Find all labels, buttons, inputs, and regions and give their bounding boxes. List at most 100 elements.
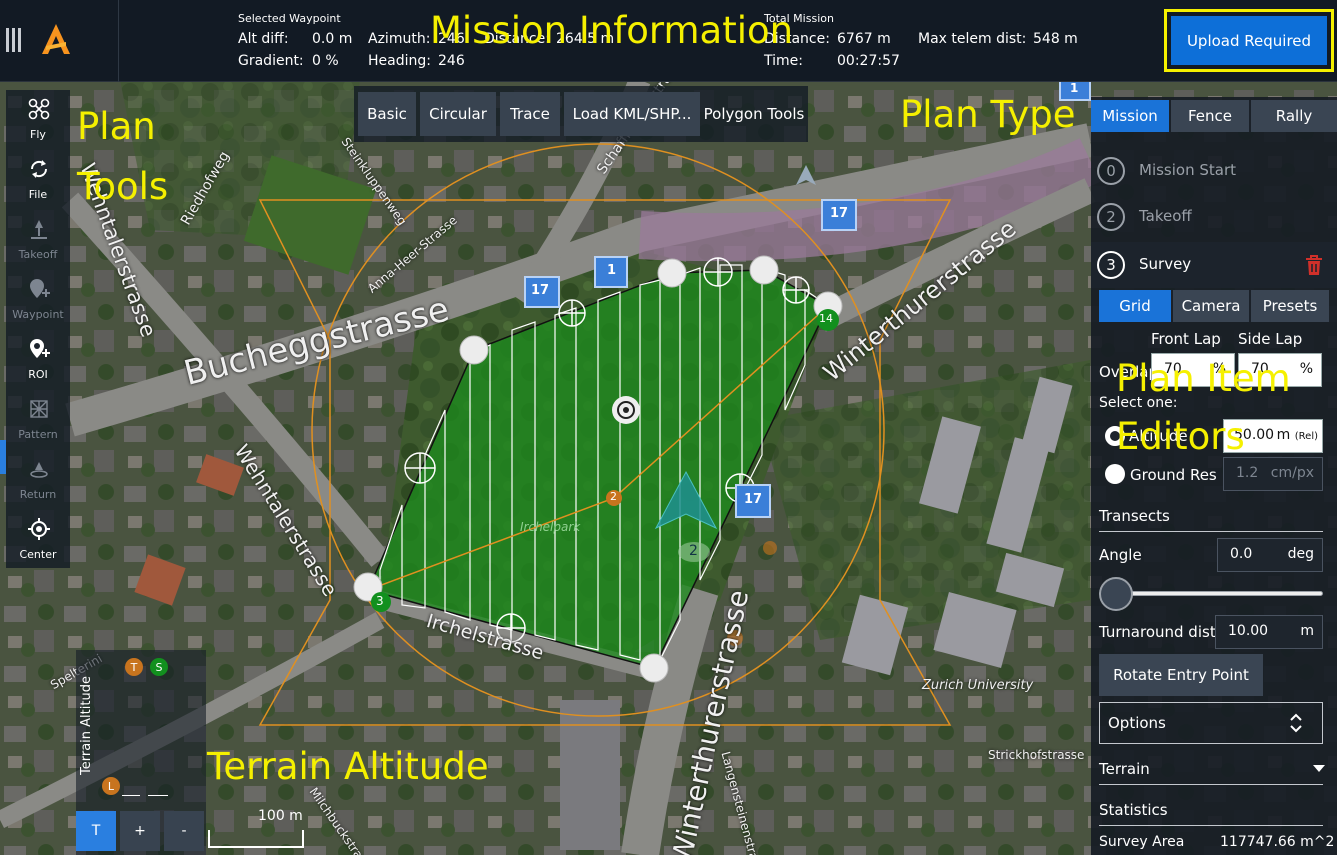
dropdown-triangle-icon[interactable] bbox=[1313, 763, 1325, 773]
menu-icon[interactable] bbox=[6, 28, 22, 54]
plan-type-tabs: Mission Fence Rally bbox=[1091, 100, 1337, 132]
angle-field[interactable]: 0.0 deg bbox=[1217, 538, 1323, 572]
tab-grid[interactable]: Grid bbox=[1099, 290, 1173, 322]
rotate-entry-button[interactable]: Rotate Entry Point bbox=[1099, 654, 1263, 696]
waypoint-start-label[interactable]: 3 bbox=[376, 594, 384, 608]
return-icon bbox=[30, 462, 48, 478]
waypoint-icon bbox=[30, 279, 50, 298]
app-logo[interactable] bbox=[40, 22, 72, 56]
mission-item-label: Mission Start bbox=[1139, 161, 1237, 179]
total-time-label: Time: bbox=[764, 53, 803, 69]
waypoint-end-label[interactable]: 14 bbox=[819, 312, 833, 325]
turnaround-value: 10.00 bbox=[1228, 623, 1269, 639]
total-distance-value: 6767 m bbox=[837, 31, 891, 47]
mission-item-start[interactable]: 0 Mission Start bbox=[1091, 148, 1337, 194]
transects-label: Transects bbox=[1099, 507, 1170, 525]
slider-thumb[interactable] bbox=[1099, 577, 1133, 611]
trace-button[interactable]: Trace bbox=[500, 92, 560, 136]
max-telem-value: 548 m bbox=[1033, 31, 1078, 47]
side-lap-unit: % bbox=[1299, 361, 1313, 377]
altitude-unit: m (Rel) bbox=[1277, 427, 1318, 443]
survey-tabs: Grid Camera Presets bbox=[1099, 290, 1329, 322]
marker-badge[interactable]: 17 bbox=[830, 206, 848, 221]
polygon-tools-button[interactable]: Polygon Tools bbox=[702, 92, 806, 136]
basic-button[interactable]: Basic bbox=[358, 92, 416, 136]
terrain-marker-t: T bbox=[125, 658, 143, 676]
map-label-strickhofstrasse: Strickhofstrasse bbox=[988, 748, 1085, 762]
turnaround-label: Turnaround dist bbox=[1099, 623, 1216, 641]
tool-return[interactable]: Return bbox=[6, 450, 70, 508]
selected-waypoint-heading: Selected Waypoint bbox=[238, 12, 341, 25]
side-lap-label: Side Lap bbox=[1238, 330, 1303, 348]
tool-file[interactable]: File bbox=[6, 150, 70, 208]
tab-fence[interactable]: Fence bbox=[1171, 100, 1251, 132]
transects-divider bbox=[1099, 531, 1323, 532]
ground-res-radio[interactable] bbox=[1105, 464, 1125, 484]
drone-icon bbox=[28, 98, 50, 120]
pattern-toolbar: Basic Circular Trace Load KML/SHP... Pol… bbox=[354, 86, 808, 142]
tab-mission[interactable]: Mission bbox=[1091, 100, 1171, 132]
camera-marker-label: 2 bbox=[689, 543, 698, 559]
turnaround-unit: m bbox=[1300, 623, 1314, 639]
mission-item-label: Takeoff bbox=[1139, 207, 1192, 225]
annotation-plan-item-editors: Editors bbox=[1116, 415, 1245, 458]
tool-fly[interactable]: Fly bbox=[6, 90, 70, 148]
marker-badge[interactable]: 17 bbox=[744, 492, 762, 507]
tool-label: Return bbox=[19, 488, 57, 501]
terrain-divider bbox=[1099, 784, 1323, 785]
tool-label: Takeoff bbox=[18, 248, 58, 261]
tool-pattern[interactable]: Pattern bbox=[6, 390, 70, 448]
ground-res-field[interactable]: 1.2 cm/px bbox=[1223, 457, 1323, 491]
angle-unit: deg bbox=[1287, 546, 1314, 562]
angle-slider[interactable] bbox=[1099, 577, 1323, 611]
mission-item-survey[interactable]: 3 Survey bbox=[1091, 242, 1337, 288]
tool-center[interactable]: Center bbox=[6, 510, 70, 568]
tool-label: Fly bbox=[30, 128, 46, 141]
ground-res-unit: cm/px bbox=[1270, 465, 1314, 481]
topbar-separator bbox=[118, 0, 119, 82]
annotation-plan-type: Plan Type bbox=[900, 93, 1076, 136]
circular-button[interactable]: Circular bbox=[420, 92, 496, 136]
tab-camera[interactable]: Camera bbox=[1173, 290, 1251, 322]
tool-takeoff[interactable]: Takeoff bbox=[6, 210, 70, 268]
toolbar-scroll-handle[interactable] bbox=[0, 440, 6, 474]
terrain-section-label[interactable]: Terrain bbox=[1099, 760, 1150, 778]
map-label-zurich-university: Zurich University bbox=[922, 678, 1034, 693]
takeoff-icon bbox=[31, 220, 47, 239]
ground-res-label: Ground Res bbox=[1130, 466, 1217, 484]
gradient-label: Gradient: bbox=[238, 53, 304, 69]
marker-badge[interactable]: 17 bbox=[531, 283, 549, 298]
zoom-in-button[interactable]: + bbox=[120, 811, 160, 851]
turnaround-field[interactable]: 10.00 m bbox=[1215, 615, 1323, 649]
angle-value: 0.0 bbox=[1230, 546, 1253, 562]
options-dropdown[interactable]: Options bbox=[1099, 702, 1323, 744]
alt-diff-label: Alt diff: bbox=[238, 31, 289, 47]
plan-toolbar: Fly File Takeoff Waypoint ROI Pattern Re… bbox=[6, 90, 70, 568]
tool-roi[interactable]: ROI bbox=[6, 330, 70, 388]
tab-presets[interactable]: Presets bbox=[1251, 290, 1329, 322]
map-scale: 100 m bbox=[208, 808, 304, 848]
map-label-irchelpark: Irchelpark bbox=[520, 520, 581, 534]
annotation-plan-tools: Tools bbox=[77, 165, 169, 208]
annotation-terrain-altitude: Terrain Altitude bbox=[207, 745, 489, 788]
tool-label: Center bbox=[19, 548, 57, 561]
tool-waypoint[interactable]: Waypoint bbox=[6, 270, 70, 328]
tab-rally[interactable]: Rally bbox=[1251, 100, 1337, 132]
gradient-value: 0 % bbox=[312, 53, 339, 69]
zoom-out-button[interactable]: - bbox=[164, 811, 204, 851]
terrain-profile-line bbox=[122, 795, 140, 796]
survey-area-value: 117747.66 m^2 bbox=[1220, 834, 1335, 850]
mission-item-number: 3 bbox=[1097, 251, 1125, 279]
upload-highlight: Upload Required bbox=[1164, 9, 1334, 72]
mission-item-takeoff[interactable]: 2 Takeoff bbox=[1091, 194, 1337, 240]
upload-button[interactable]: Upload Required bbox=[1171, 16, 1327, 65]
mission-item-number: 0 bbox=[1097, 157, 1125, 185]
marker-badge[interactable]: 1 bbox=[607, 263, 616, 278]
waypoint-mid-label[interactable]: 2 bbox=[610, 490, 617, 503]
load-kml-button[interactable]: Load KML/SHP... bbox=[564, 92, 700, 136]
trash-icon[interactable] bbox=[1303, 254, 1325, 276]
chevron-updown-icon bbox=[1290, 713, 1302, 733]
annotation-plan-tools: Plan bbox=[77, 105, 156, 148]
terrain-toggle-button[interactable]: T bbox=[76, 811, 116, 851]
roi-icon bbox=[30, 339, 50, 358]
